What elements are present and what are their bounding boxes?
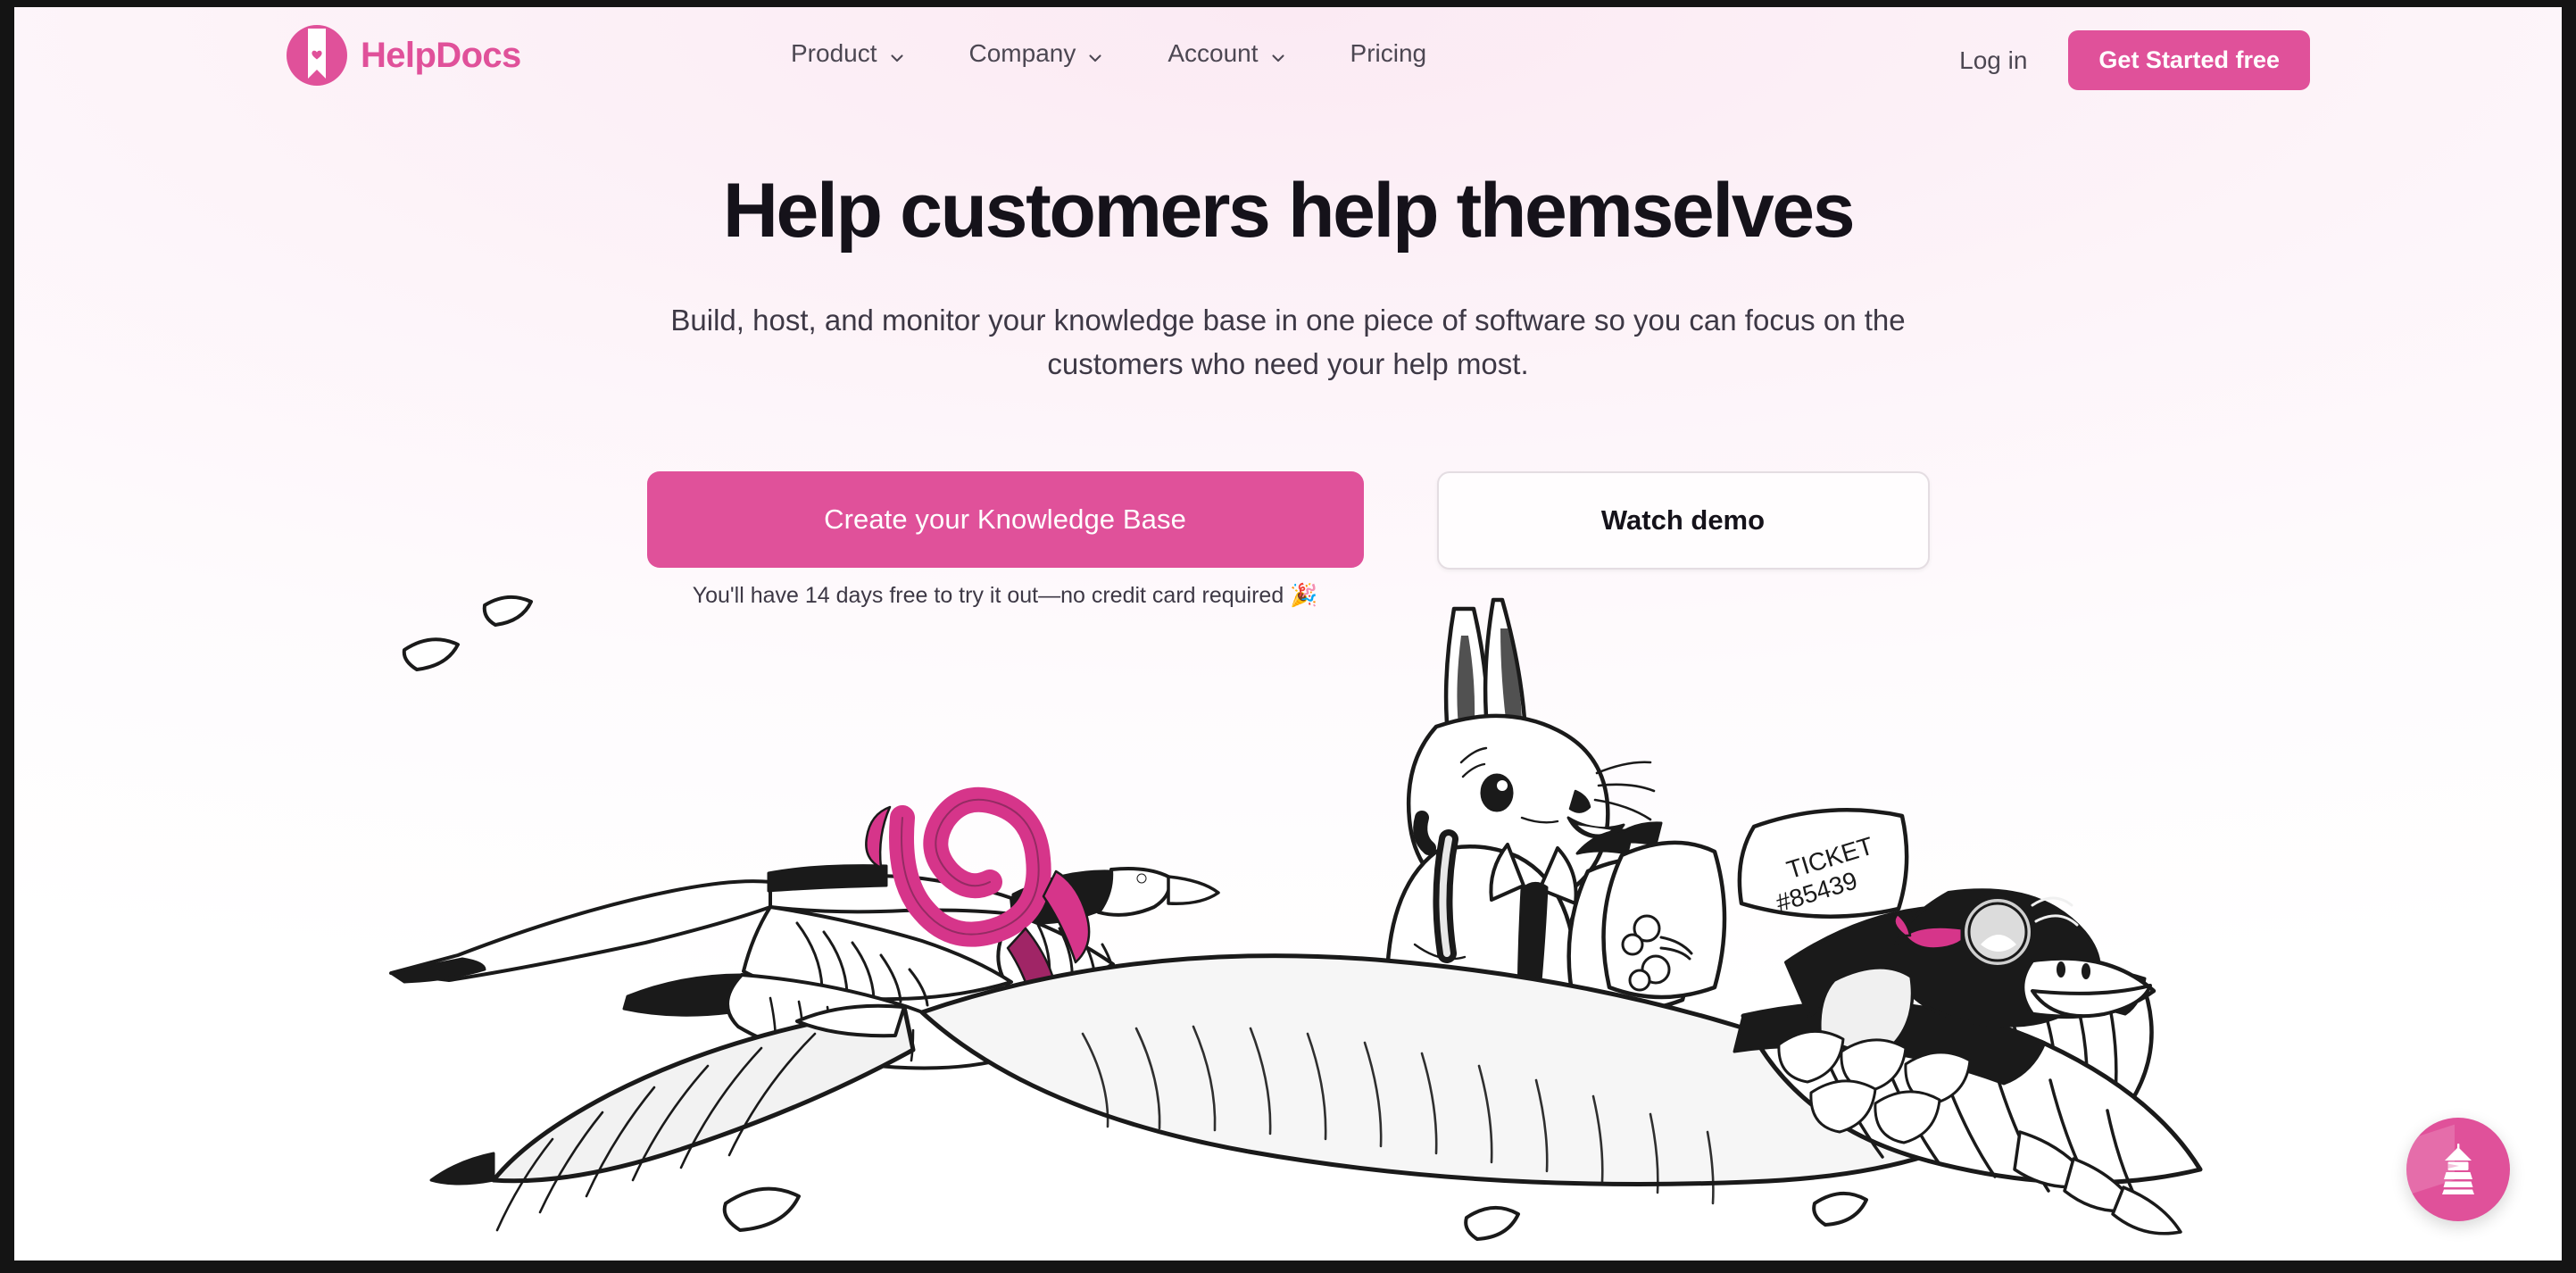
floating-paper xyxy=(402,595,533,671)
nav-item-account-label: Account xyxy=(1168,39,1259,67)
ticket-number-text: #85439 xyxy=(1773,866,1860,917)
chevron-down-icon xyxy=(889,46,905,62)
nav-item-product-label: Product xyxy=(791,39,877,67)
nav-item-account[interactable]: Account xyxy=(1168,41,1285,66)
nav-item-company-label: Company xyxy=(968,39,1076,67)
brand-name: HelpDocs xyxy=(361,36,521,75)
hero-cta-row: Create your Knowledge Base You'll have 1… xyxy=(641,471,1935,609)
brand-logo-link[interactable]: HelpDocs xyxy=(287,25,521,86)
create-knowledge-base-button[interactable]: Create your Knowledge Base xyxy=(646,471,1364,568)
chevron-down-icon xyxy=(1270,46,1286,62)
ticket-label-text: TICKET xyxy=(1783,832,1876,885)
rabbit xyxy=(1348,597,1727,1105)
goggle-strap xyxy=(1903,925,1964,951)
free-trial-note: You'll have 14 days free to try it out—n… xyxy=(692,583,1318,608)
ticket-paper: TICKET #85439 xyxy=(1737,808,1909,919)
nav-item-product[interactable]: Product xyxy=(791,41,905,66)
hero-title: Help customers help themselves xyxy=(722,168,1856,254)
browser-frame: HelpDocs Product Company Account Pricing… xyxy=(0,0,2576,1273)
primary-cta-group: Create your Knowledge Base You'll have 1… xyxy=(646,471,1364,609)
login-link[interactable]: Log in xyxy=(1959,46,2027,75)
nav-item-pricing[interactable]: Pricing xyxy=(1350,41,1427,66)
hero-illustration: TICKET #85439 xyxy=(351,587,2225,1261)
site-header: HelpDocs Product Company Account Pricing… xyxy=(14,7,2562,118)
helpdocs-bookmark-heart-logo-icon xyxy=(287,25,347,86)
hero-subtitle: Build, host, and monitor your knowledge … xyxy=(670,304,1906,380)
pink-ribbon xyxy=(865,786,1091,1061)
nav-item-pricing-label: Pricing xyxy=(1350,39,1427,67)
support-chat-widget-button[interactable] xyxy=(2406,1118,2510,1221)
chevron-down-icon xyxy=(1087,46,1103,62)
header-actions: Log in Get Started free xyxy=(1959,30,2310,90)
goose-left xyxy=(389,864,1220,1070)
floating-paper xyxy=(722,1054,2009,1241)
primary-navigation: Product Company Account Pricing xyxy=(791,41,1426,66)
get-started-free-button[interactable]: Get Started free xyxy=(2068,30,2310,90)
page-viewport: HelpDocs Product Company Account Pricing… xyxy=(14,7,2562,1261)
goose-main xyxy=(429,888,2203,1236)
nav-item-company[interactable]: Company xyxy=(969,41,1104,66)
watch-demo-button[interactable]: Watch demo xyxy=(1436,471,1930,570)
lighthouse-icon xyxy=(2430,1139,2487,1201)
